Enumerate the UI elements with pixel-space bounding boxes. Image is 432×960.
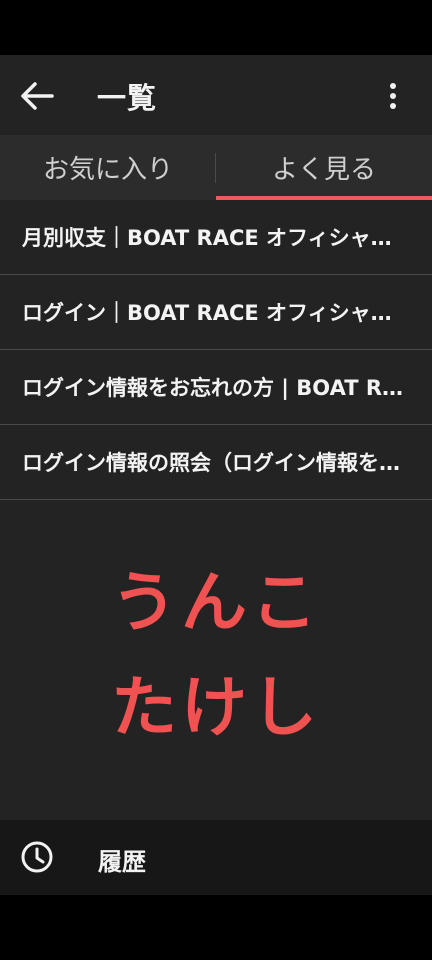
- list-item[interactable]: 月別収支｜BOAT RACE オフィシャルウェブサイト: [0, 200, 432, 275]
- tab-bar: お気に入り よく見る: [0, 135, 432, 200]
- tab-favorites[interactable]: お気に入り: [0, 135, 216, 200]
- list-item[interactable]: ログイン｜BOAT RACE オフィシャルウェブサイト: [0, 275, 432, 350]
- history-label: 履歴: [98, 848, 146, 876]
- more-options-button[interactable]: [372, 75, 414, 117]
- overlay-text: うんこ たけし: [0, 550, 432, 760]
- more-vertical-icon: [390, 83, 396, 109]
- back-button[interactable]: [14, 73, 60, 119]
- list-item-label: ログイン｜BOAT RACE オフィシャルウェブサイト: [22, 301, 410, 325]
- list-item-label: 月別収支｜BOAT RACE オフィシャルウェブサイト: [22, 226, 410, 250]
- arrow-left-icon: [21, 82, 54, 110]
- toolbar: 一覧: [0, 55, 432, 135]
- clock-icon: [21, 841, 53, 873]
- tab-favorites-label: お気に入り: [42, 155, 173, 185]
- list-item-label: ログイン情報をお忘れの方 | BOAT RACE オフィシャルウェブサイト: [22, 376, 410, 400]
- list-item[interactable]: ログイン情報の照会（ログイン情報をお忘れの方）: [0, 425, 432, 500]
- app-container: 一覧 お気に入り よく見る 月別収支｜BOAT RACE オフィシャルウェブ: [0, 55, 432, 895]
- screen: 一覧 お気に入り よく見る 月別収支｜BOAT RACE オフィシャルウェブ: [0, 0, 432, 960]
- system-navigation-bar: [0, 895, 432, 960]
- status-bar: [0, 0, 432, 55]
- overlay-text-line1: うんこ: [111, 564, 321, 641]
- bookmark-list: 月別収支｜BOAT RACE オフィシャルウェブサイト ログイン｜BOAT RA…: [0, 200, 432, 500]
- overlay-text-line2: たけし: [111, 669, 321, 746]
- list-item[interactable]: ログイン情報をお忘れの方 | BOAT RACE オフィシャルウェブサイト: [0, 350, 432, 425]
- page-title: 一覧: [97, 81, 158, 115]
- tab-frequently-viewed-label: よく見る: [271, 155, 376, 185]
- list-item-label: ログイン情報の照会（ログイン情報をお忘れの方）: [22, 451, 410, 475]
- history-button[interactable]: 履歴: [0, 820, 432, 895]
- tab-frequently-viewed[interactable]: よく見る: [216, 135, 432, 200]
